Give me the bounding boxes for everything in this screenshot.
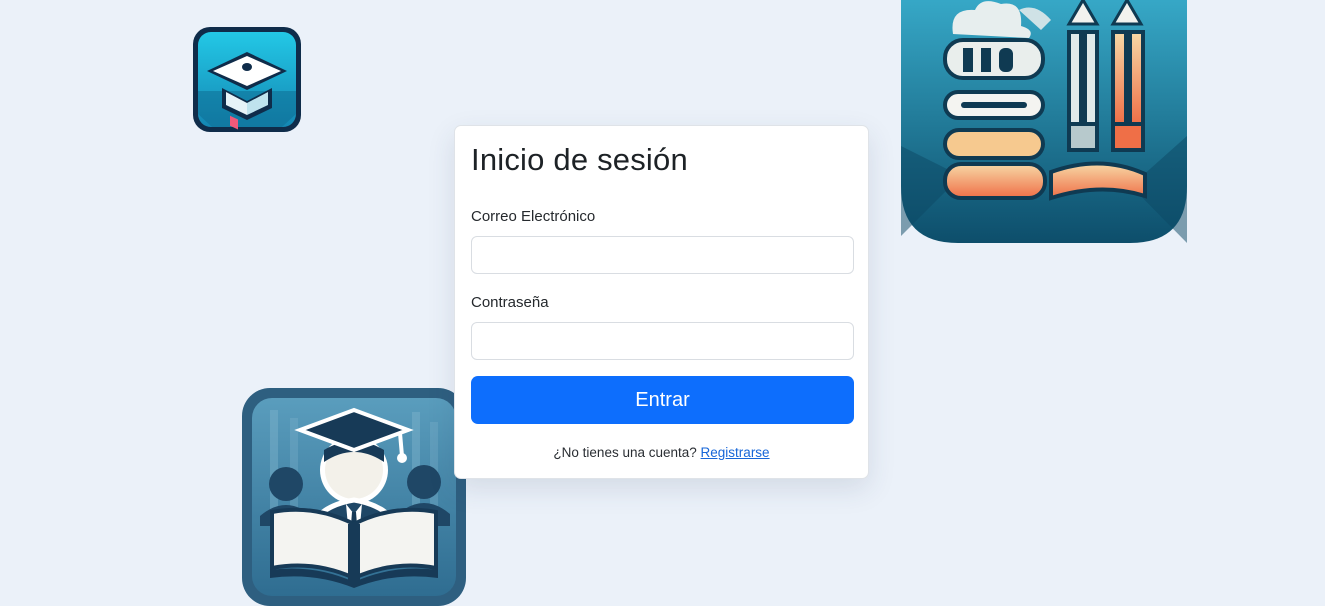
register-row: ¿No tienes una cuenta? Registrarse: [455, 445, 868, 460]
page-title: Inicio de sesión: [471, 142, 688, 177]
email-label: Correo Electrónico: [471, 208, 596, 225]
register-link[interactable]: Registrarse: [701, 445, 770, 460]
register-prompt: ¿No tienes una cuenta?: [553, 445, 697, 460]
student-reading-book-illustration: [242, 388, 466, 606]
password-label: Contraseña: [471, 294, 549, 311]
login-page: Inicio de sesión Correo Electrónico Cont…: [0, 0, 1325, 606]
graduation-cap-app-icon: [193, 27, 301, 132]
email-field[interactable]: [471, 236, 854, 274]
books-and-pencils-illustration: [901, 0, 1187, 243]
login-submit-button[interactable]: Entrar: [471, 376, 854, 424]
login-card: Inicio de sesión Correo Electrónico Cont…: [454, 125, 869, 479]
password-field[interactable]: [471, 322, 854, 360]
